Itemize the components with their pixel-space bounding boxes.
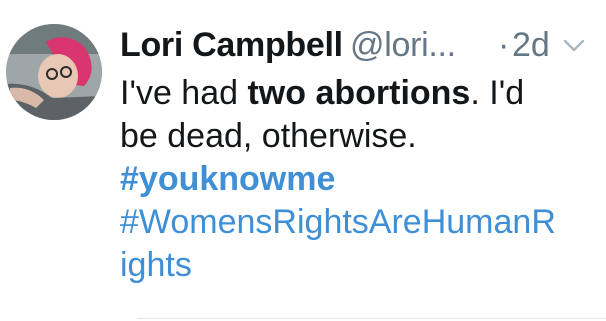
avatar[interactable] xyxy=(6,24,102,120)
hashtag-youknowme[interactable]: #youknowme xyxy=(120,160,335,198)
hashtag-line: #WomensRightsAreHumanR xyxy=(120,201,596,244)
tweet[interactable]: Lori Campbell @lori... · 2d I've had two… xyxy=(0,0,606,321)
divider xyxy=(137,318,606,319)
tweet-line-1: I've had two abortions. I'd xyxy=(120,72,596,115)
tweet-text-bold: two abortions xyxy=(247,74,471,112)
hashtag-line: #youknowme xyxy=(120,158,596,201)
timestamp-separator: · xyxy=(498,26,510,64)
tweet-text-segment: I've had xyxy=(120,74,248,112)
hashtag-womensrights-part2[interactable]: ights xyxy=(120,246,192,284)
tweet-text-segment: . I'd xyxy=(470,74,525,112)
author-name[interactable]: Lori Campbell xyxy=(120,26,343,65)
timestamp[interactable]: 2d xyxy=(512,26,550,65)
author-handle[interactable]: @lori... xyxy=(350,26,456,65)
tweet-text: I've had two abortions. I'd be dead, oth… xyxy=(120,72,596,287)
hashtag-womensrights-part1[interactable]: #WomensRightsAreHumanR xyxy=(120,203,556,241)
hashtag-line: ights xyxy=(120,244,596,287)
tweet-line-2: be dead, otherwise. xyxy=(120,117,417,155)
chevron-down-icon[interactable] xyxy=(562,38,586,54)
tweet-header: Lori Campbell @lori... · 2d xyxy=(120,24,596,68)
